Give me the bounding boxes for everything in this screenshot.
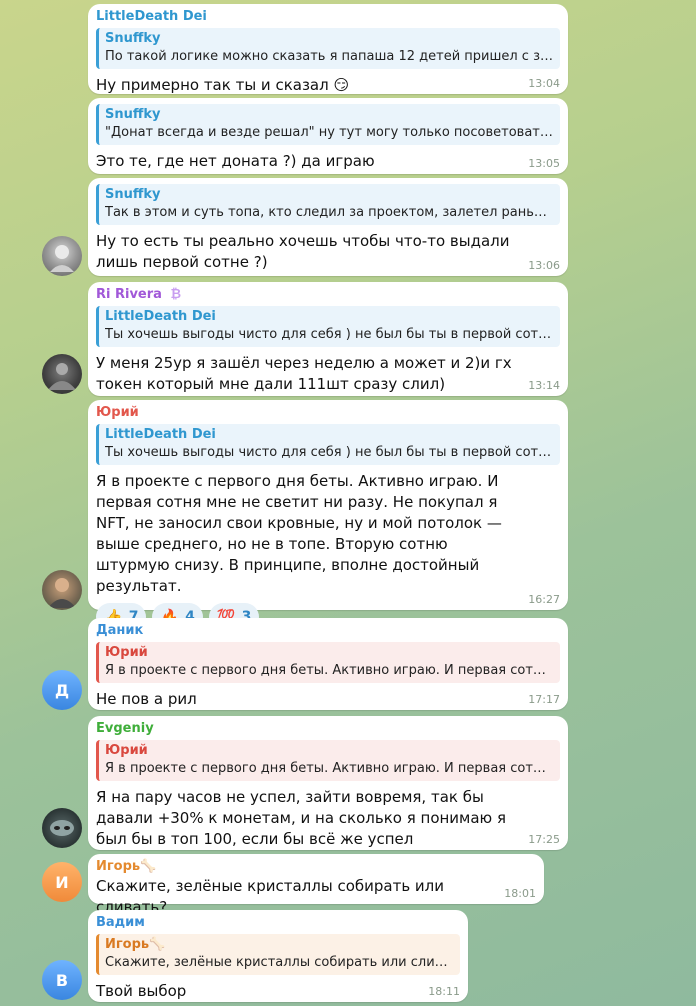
message-text: У меня 25ур я зашёл через неделю а может… <box>96 354 512 393</box>
reply-quote[interactable]: Юрий Я в проекте с первого дня беты. Акт… <box>96 642 560 683</box>
reply-quote[interactable]: LittleDeath Dei Ты хочешь выгоды чисто д… <box>96 306 560 347</box>
sender-name[interactable]: LittleDeath Dei <box>96 8 560 26</box>
reply-sender: LittleDeath Dei <box>105 427 216 442</box>
reply-text: "Донат всегда и везде решал" ну тут могу… <box>105 125 554 140</box>
reply-quote[interactable]: Snuffky Так в этом и суть топа, кто след… <box>96 184 560 225</box>
reply-quote[interactable]: Игорь🦴 Скажите, зелёные кристаллы собира… <box>96 934 460 975</box>
reply-quote[interactable]: Юрий Я в проекте с первого дня беты. Акт… <box>96 740 560 781</box>
message-time: 17:17 <box>528 693 560 706</box>
message-bubble[interactable]: Snuffky Так в этом и суть топа, кто след… <box>88 178 568 276</box>
message-bubble[interactable]: Evgeniy Юрий Я в проекте с первого дня б… <box>88 716 568 850</box>
message-time: 16:27 <box>528 593 560 606</box>
message-time: 18:01 <box>504 887 536 900</box>
avatar-initial: И <box>55 872 69 892</box>
sender-name[interactable]: Evgeniy <box>96 720 560 738</box>
mask-icon <box>50 820 74 836</box>
message-bubble[interactable]: Snuffky "Донат всегда и везде решал" ну … <box>88 98 568 174</box>
sender-name[interactable]: Вадим <box>96 914 460 932</box>
reply-text: Ты хочешь выгоды чисто для себя ) не был… <box>105 445 554 460</box>
message-text: Ну примерно так ты и сказал 😏 <box>96 76 350 94</box>
avatar[interactable] <box>42 236 82 276</box>
chat-area[interactable]: LittleDeath Dei Snuffky По такой логике … <box>0 0 696 1006</box>
bitcoin-badge-icon: ₿ <box>170 287 182 302</box>
reply-quote[interactable]: Snuffky "Донат всегда и везде решал" ну … <box>96 104 560 145</box>
reply-text: Так в этом и суть топа, кто следил за пр… <box>105 205 554 220</box>
sender-name[interactable]: Юрий <box>96 404 560 422</box>
message-time: 18:11 <box>428 985 460 998</box>
reply-text: По такой логике можно сказать я папаша 1… <box>105 49 554 64</box>
avatar-initial: В <box>55 970 69 990</box>
message-time: 13:06 <box>528 259 560 272</box>
message-text: Я в проекте с первого дня беты. Активно … <box>96 472 502 595</box>
message-bubble[interactable]: Игорь🦴 Скажите, зелёные кристаллы собира… <box>88 854 544 916</box>
person-icon <box>48 578 76 608</box>
message-time: 13:14 <box>528 379 560 392</box>
message-bubble[interactable]: Даник Юрий Я в проекте с первого дня бет… <box>88 618 568 710</box>
message-time: 13:05 <box>528 157 560 170</box>
avatar[interactable] <box>42 354 82 394</box>
reply-quote[interactable]: LittleDeath Dei Ты хочешь выгоды чисто д… <box>96 424 560 465</box>
message-text: Не пов а рил <box>96 690 197 708</box>
sender-label: Ri Rivera <box>96 287 162 302</box>
person-icon <box>48 363 76 390</box>
message-time: 13:04 <box>528 77 560 90</box>
sender-name[interactable]: Ri Rivera ₿ <box>96 286 560 304</box>
avatar-initial: Д <box>54 680 70 700</box>
reply-quote[interactable]: Snuffky По такой логике можно сказать я … <box>96 28 560 69</box>
message-text: Твой выбор <box>96 982 187 1000</box>
message-bubble[interactable]: Ri Rivera ₿ LittleDeath Dei Ты хочешь вы… <box>88 282 568 396</box>
avatar[interactable]: Д <box>42 670 82 710</box>
avatar[interactable] <box>42 570 82 610</box>
reply-sender: Юрий <box>105 645 148 660</box>
reply-sender: Игорь🦴 <box>105 937 166 952</box>
message-text: Ну то есть ты реально хочешь чтобы что-т… <box>96 232 510 271</box>
reply-text: Скажите, зелёные кристаллы собирать или … <box>105 955 454 970</box>
person-icon <box>50 245 74 272</box>
message-time: 17:25 <box>528 833 560 846</box>
reply-text: Я в проекте с первого дня беты. Активно … <box>105 663 554 678</box>
avatar[interactable]: В <box>42 960 82 1000</box>
reply-sender: Юрий <box>105 743 148 758</box>
message-bubble[interactable]: Юрий LittleDeath Dei Ты хочешь выгоды чи… <box>88 400 568 631</box>
message-bubble[interactable]: LittleDeath Dei Snuffky По такой логике … <box>88 4 568 94</box>
message-text: Это те, где нет доната ?) да играю <box>96 152 375 170</box>
message-text: Я на пару часов не успел, зайти вовремя,… <box>96 788 506 848</box>
reply-text: Ты хочешь выгоды чисто для себя ) не был… <box>105 327 554 342</box>
message-bubble[interactable]: Вадим Игорь🦴 Скажите, зелёные кристаллы … <box>88 910 468 1002</box>
reply-sender: Snuffky <box>105 107 161 122</box>
sender-name[interactable]: Даник <box>96 622 560 640</box>
reply-sender: LittleDeath Dei <box>105 309 216 324</box>
avatar[interactable]: И <box>42 862 82 902</box>
reply-sender: Snuffky <box>105 31 161 46</box>
reply-text: Я в проекте с первого дня беты. Активно … <box>105 761 554 776</box>
sender-name[interactable]: Игорь🦴 <box>96 858 536 876</box>
avatar[interactable] <box>42 808 82 848</box>
reply-sender: Snuffky <box>105 187 161 202</box>
